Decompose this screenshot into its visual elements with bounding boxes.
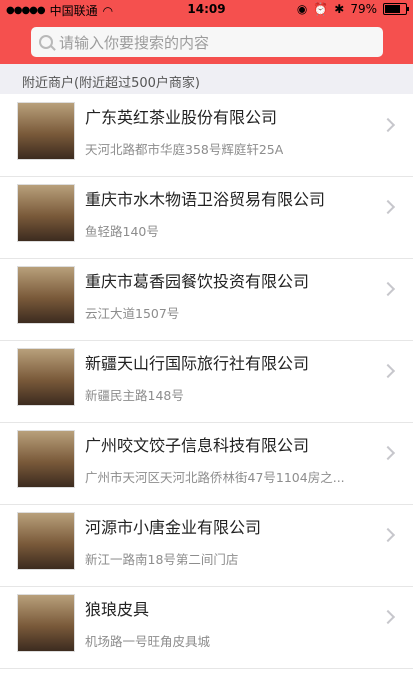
app-root: ●●●●● 中国联通 ◠ 14:09 ◉ ⏰ ✱ 79% 请输入你要搜索的内容 … [0,0,413,679]
merchant-name: 狼琅皮具 [85,600,150,619]
chevron-right-icon [383,612,395,624]
search-bar[interactable]: 请输入你要搜索的内容 [31,27,383,57]
merchant-name: 新疆天山行国际旅行社有限公司 [85,354,310,373]
bluetooth-icon: ✱ [334,2,345,16]
merchant-item[interactable]: 新疆天山行国际旅行社有限公司 新疆民主路148号 [0,340,413,423]
merchant-thumbnail [17,266,75,324]
merchant-thumbnail [17,102,75,160]
merchant-name: 河源市小唐金业有限公司 [85,518,262,537]
merchant-name: 重庆市葛香园餐饮投资有限公司 [85,272,310,291]
merchant-address: 广州市天河区天河北路侨林街47号1104房之... [85,470,345,485]
chevron-right-icon [383,448,395,460]
merchant-address: 天河北路都市华庭358号辉庭轩25A [85,142,284,157]
merchant-address: 新疆民主路148号 [85,388,184,403]
chevron-right-icon [383,284,395,296]
orientation-lock-icon: ◉ [296,2,308,16]
merchant-item[interactable]: 广东英红茶业股份有限公司 天河北路都市华庭358号辉庭轩25A [0,94,413,177]
alarm-icon: ⏰ [313,2,329,16]
merchant-address: 云江大道1507号 [85,306,180,321]
merchant-item[interactable]: 河源市小唐金业有限公司 新江一路南18号第二间门店 [0,504,413,587]
merchant-name: 重庆市水木物语卫浴贸易有限公司 [85,190,326,209]
merchant-thumbnail [17,184,75,242]
merchant-item[interactable]: 广州咬文饺子信息科技有限公司 广州市天河区天河北路侨林街47号1104房之... [0,422,413,505]
section-title: 附近商户(附近超过500户商家) [22,76,200,91]
search-placeholder: 请输入你要搜索的内容 [59,33,210,52]
merchant-thumbnail [17,594,75,652]
chevron-right-icon [383,120,395,132]
chevron-right-icon [383,366,395,378]
chevron-right-icon [383,530,395,542]
merchant-address: 鱼轻路140号 [85,224,159,239]
search-icon [39,35,53,49]
merchant-address: 机场路一号旺角皮具城 [85,634,211,649]
search-header: 请输入你要搜索的内容 [0,20,413,64]
merchant-name: 广州咬文饺子信息科技有限公司 [85,436,310,455]
merchant-item[interactable]: 重庆市葛香园餐饮投资有限公司 云江大道1507号 [0,258,413,341]
merchant-item[interactable]: 狼琅皮具 机场路一号旺角皮具城 [0,586,413,669]
chevron-right-icon [383,202,395,214]
merchant-item[interactable]: 重庆市水木物语卫浴贸易有限公司 鱼轻路140号 [0,176,413,259]
battery-icon [383,3,409,15]
status-bar: ●●●●● 中国联通 ◠ 14:09 ◉ ⏰ ✱ 79% [0,0,413,20]
status-right: ◉ ⏰ ✱ 79% [296,2,409,16]
merchant-thumbnail [17,348,75,406]
merchant-thumbnail [17,512,75,570]
merchant-address: 新江一路南18号第二间门店 [85,552,239,567]
battery-percentage: 79% [350,2,377,16]
merchant-list: 广东英红茶业股份有限公司 天河北路都市华庭358号辉庭轩25A 重庆市水木物语卫… [0,94,413,679]
merchant-name: 广东英红茶业股份有限公司 [85,108,278,127]
merchant-thumbnail [17,430,75,488]
